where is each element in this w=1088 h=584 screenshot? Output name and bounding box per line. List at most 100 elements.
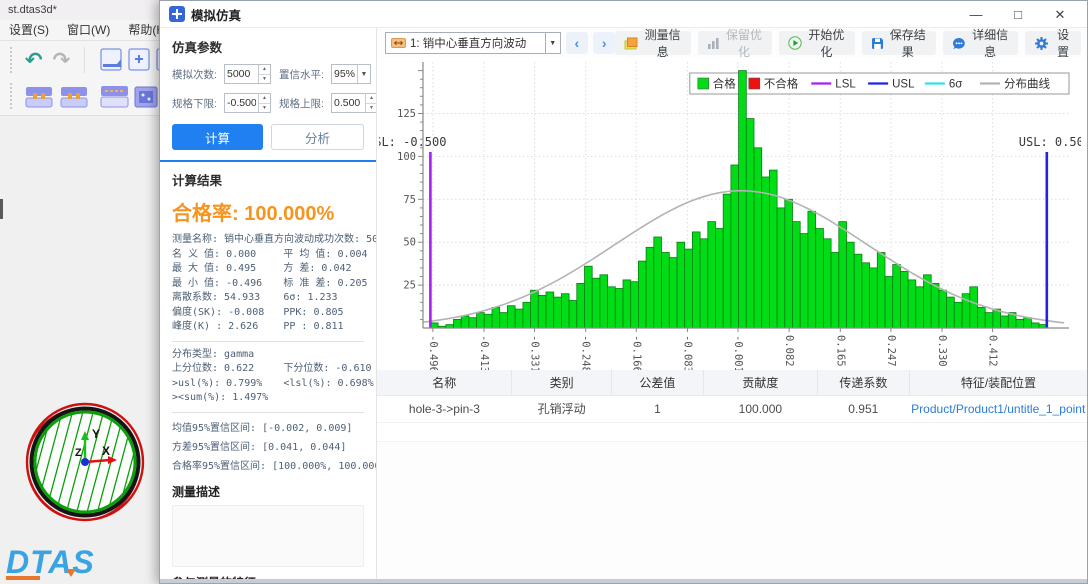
redo-icon[interactable]: ↷: [53, 50, 71, 71]
measurement-select-value: 1: 销中心垂直方向波动: [410, 38, 527, 50]
stat-value: 上分位数: 0.622: [172, 363, 255, 374]
toolbar-button-chat[interactable]: 详细信息: [943, 28, 1019, 59]
action-buttons: 测量信息 保留优化 开始优化 保存结果 详细信息 设置: [615, 28, 1081, 59]
toolbar-separator: [84, 47, 86, 73]
axis-label-x: X: [102, 444, 110, 458]
spin-down-icon[interactable]: ▼: [366, 104, 376, 113]
param-input[interactable]: [225, 94, 258, 112]
toolbar-button-measure-info[interactable]: 测量信息: [615, 28, 691, 59]
param-label: 规格上限:: [279, 97, 324, 110]
svg-text:-0.248: -0.248: [580, 335, 592, 370]
stat-value: <lsl(%): 0.698%: [283, 377, 374, 389]
next-measurement-button[interactable]: ›: [593, 32, 616, 54]
toolbar-button-label: 测量信息: [644, 28, 681, 59]
svg-text:-0.413: -0.413: [478, 335, 490, 370]
table-cell: 100.000: [703, 395, 818, 423]
svg-text:-0.083: -0.083: [681, 335, 693, 370]
measurement-toolbar: 1: 销中心垂直方向波动 ▼ ‹ › 测量信息 保留优化 开始优化 保存结果 详细信息 设…: [377, 28, 1087, 59]
stat-value: 标 准 差: 0.205: [283, 277, 368, 289]
param-spinner[interactable]: ▲▼: [224, 93, 271, 113]
measure-info-icon: [624, 37, 638, 50]
chevron-down-icon: ▼: [357, 65, 370, 83]
result-stats: 测量名称: 销中心垂直方向波动成功次数: 5000 名 义 值: 0.000 平 均…: [172, 233, 376, 335]
spin-down-icon[interactable]: ▼: [259, 104, 270, 113]
menu-item-0[interactable]: 设置(S): [0, 20, 58, 40]
toolbar-button-gear[interactable]: 设置: [1025, 28, 1081, 59]
chevron-down-icon: ▼: [544, 33, 560, 53]
table-header[interactable]: 公差值: [611, 370, 705, 396]
contribution-table: 名称 类别 公差值 贡献度 传递系数 特征/装配位置 hole-3->pin-3 孔销浮动 1…: [377, 370, 1087, 583]
param-input[interactable]: [332, 94, 365, 112]
play-icon: [788, 36, 802, 50]
stat-value: ><sum(%): 1.497%: [172, 392, 269, 403]
param-input[interactable]: [225, 65, 258, 83]
axis-label-y: Y: [92, 427, 100, 441]
param-spinner[interactable]: ▲▼: [331, 93, 376, 113]
bar-chart-icon: [707, 37, 720, 49]
menu-item-1[interactable]: 窗口(W): [58, 20, 119, 40]
simulation-dialog: 模拟仿真 — □ ✕ 仿真参数 模拟次数:▲▼置信水平:95%▼规格下限:▲▼规…: [159, 0, 1088, 584]
stat-value: 离散系数: 54.933: [172, 292, 261, 303]
svg-text:合格: 合格: [713, 77, 736, 91]
analyze-button[interactable]: 分析: [271, 124, 364, 150]
close-button[interactable]: ✕: [1039, 1, 1081, 28]
svg-text:-0.166: -0.166: [630, 335, 642, 370]
bg-toolbar: ↶ ↷: [0, 40, 160, 116]
table-cell: 孔销浮动: [511, 395, 612, 423]
panel-grip[interactable]: [0, 199, 3, 219]
prev-measurement-button[interactable]: ‹: [565, 32, 589, 54]
table-cell: hole-3->pin-3: [377, 395, 512, 423]
measurement-select[interactable]: 1: 销中心垂直方向波动 ▼: [385, 32, 561, 54]
svg-text:25: 25: [403, 280, 416, 292]
toolbar-button-label: 保留优化: [725, 28, 762, 59]
spin-up-icon[interactable]: ▲: [259, 65, 270, 75]
description-box[interactable]: [172, 504, 364, 567]
minimize-button[interactable]: —: [955, 1, 997, 28]
maximize-button[interactable]: □: [997, 1, 1039, 28]
stat-value: PP : 0.811: [283, 321, 344, 332]
toolbar-button-play[interactable]: 开始优化: [779, 28, 855, 59]
svg-text:50: 50: [403, 237, 416, 249]
table-header[interactable]: 类别: [511, 370, 612, 396]
toolbar-button-label: 详细信息: [972, 28, 1009, 59]
dtas-logo: DTAS: [6, 544, 94, 580]
assembly-icons[interactable]: [25, 81, 160, 111]
stat-value: 成功次数: 5000: [314, 234, 377, 245]
undo-icon[interactable]: ↶: [25, 50, 43, 71]
table-header[interactable]: 传递系数: [817, 370, 910, 396]
svg-text:分布曲线: 分布曲线: [1004, 77, 1050, 91]
toolbar-button-label: 设置: [1057, 28, 1070, 59]
param-label: 规格下限:: [172, 97, 217, 110]
param-spinner[interactable]: ▲▼: [224, 64, 271, 84]
toolbar-button-save[interactable]: 保存结果: [861, 28, 937, 59]
toolbar-button-label: 开始优化: [808, 28, 845, 59]
table-header[interactable]: 特征/装配位置: [909, 370, 1087, 396]
spin-up-icon[interactable]: ▲: [366, 94, 376, 104]
feature-link[interactable]: Product/Product1/untitle_1_point: [909, 395, 1087, 423]
svg-text:0.330: 0.330: [936, 335, 948, 367]
svg-text:不合格: 不合格: [764, 77, 799, 91]
divider: [160, 160, 376, 162]
svg-text:USL: USL: [892, 79, 915, 91]
stat-value: 6σ: 1.233: [283, 292, 338, 303]
table-row[interactable]: hole-3->pin-3 孔销浮动 1 100.000 0.951 Product/Pr…: [377, 395, 1087, 423]
svg-text:0.412: 0.412: [987, 335, 999, 367]
calculate-button[interactable]: 计算: [172, 124, 263, 150]
stat-value: 分布类型: gamma: [172, 348, 255, 360]
svg-text:LSL: LSL: [835, 79, 856, 91]
table-header[interactable]: 名称: [377, 370, 513, 396]
toolbar-button-bar-chart: 保留优化: [697, 28, 773, 59]
spin-down-icon[interactable]: ▼: [259, 75, 270, 84]
dialog-titlebar[interactable]: 模拟仿真 — □ ✕: [160, 1, 1087, 28]
dialog-title: 模拟仿真: [191, 8, 242, 23]
toolbar-grip: [10, 47, 13, 73]
spin-up-icon[interactable]: ▲: [259, 94, 270, 104]
dialog-resize-edge[interactable]: [160, 579, 1087, 583]
chat-icon: [952, 37, 966, 50]
param-select[interactable]: 95% ▼: [331, 64, 372, 84]
table-empty-row: [377, 422, 1087, 442]
save-icon: [871, 37, 884, 50]
gear-icon: [1034, 36, 1049, 51]
document-icons[interactable]: [99, 46, 160, 74]
table-header[interactable]: 贡献度: [703, 370, 818, 396]
